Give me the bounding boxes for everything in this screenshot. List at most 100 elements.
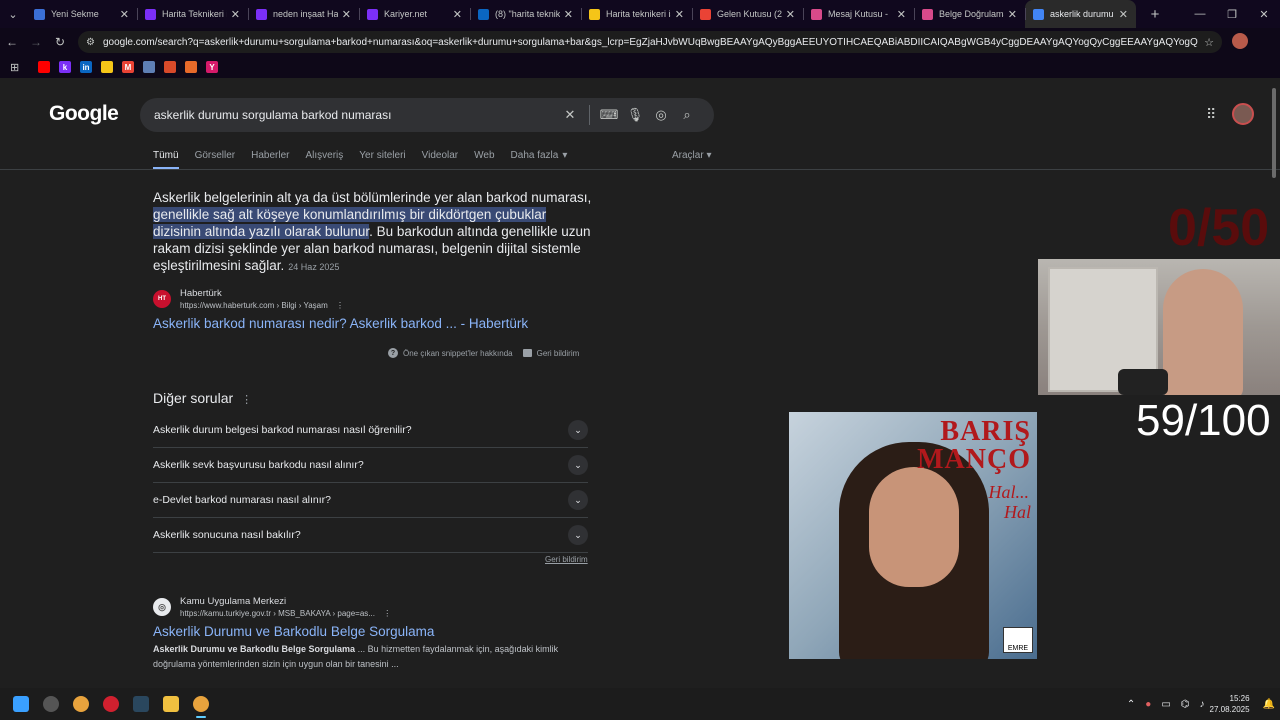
- search-tab-2[interactable]: Haberler: [251, 150, 289, 170]
- search-input[interactable]: askerlik durumu sorgulama barkod numaras…: [154, 108, 557, 122]
- result-source-2[interactable]: ◎ Kamu Uygulama Merkezi https://kamu.tur…: [153, 596, 391, 618]
- search-tab-1[interactable]: Görseller: [195, 150, 236, 170]
- chevron-down-icon[interactable]: ⌄: [568, 420, 588, 440]
- browser-tab-7[interactable]: Mesaj Kutusu - ✕: [803, 0, 914, 28]
- result-title-link-2[interactable]: Askerlik Durumu ve Barkodlu Belge Sorgul…: [153, 624, 434, 639]
- browser-tab-3[interactable]: Kariyer.net ✕: [359, 0, 470, 28]
- browser-tab-8[interactable]: Belge Doğrulama ✕: [914, 0, 1025, 28]
- scrollbar-thumb[interactable]: [1272, 88, 1276, 178]
- more-options-icon[interactable]: ⋮: [383, 609, 391, 618]
- browser-tab-9[interactable]: askerlik durumu s ✕: [1025, 0, 1136, 28]
- paa-feedback-link[interactable]: Geri bildirim: [545, 555, 588, 564]
- close-tab-icon[interactable]: ✕: [231, 8, 240, 21]
- tools-button[interactable]: Araçlar ▾: [672, 150, 712, 161]
- browser-tab-4[interactable]: (8) "harita teknike ✕: [470, 0, 581, 28]
- close-tab-icon[interactable]: ✕: [786, 8, 795, 21]
- feedback-icon: [522, 349, 532, 357]
- maximize-button[interactable]: ❐: [1216, 0, 1248, 28]
- search-tab-4[interactable]: Yer siteleri: [359, 150, 405, 170]
- close-tab-icon[interactable]: ✕: [1119, 8, 1128, 21]
- taskbar-opera[interactable]: [96, 688, 126, 720]
- forward-button[interactable]: →: [24, 30, 48, 54]
- result-title-link[interactable]: Askerlik barkod numarası nedir? Askerlik…: [153, 316, 528, 331]
- paa-question-0[interactable]: Askerlik durum belgesi barkod numarası n…: [153, 413, 588, 448]
- tab-search-button[interactable]: ⌄: [0, 0, 26, 28]
- snippet-about-link[interactable]: Öne çıkan snippet'ler hakkında: [403, 349, 513, 358]
- close-tab-icon[interactable]: ✕: [342, 8, 351, 21]
- apps-icon[interactable]: ⊞: [10, 61, 24, 74]
- start-button[interactable]: [6, 688, 36, 720]
- circle-icon[interactable]: [164, 61, 176, 73]
- k-icon[interactable]: k: [59, 61, 71, 73]
- more-options-icon[interactable]: ⋮: [336, 301, 344, 310]
- account-avatar[interactable]: [1232, 103, 1254, 125]
- tab-title: Gelen Kutusu (21): [717, 9, 782, 19]
- linkedin-icon: [478, 8, 489, 20]
- close-tab-icon[interactable]: ✕: [564, 8, 573, 21]
- search-tab-0[interactable]: Tümü: [153, 150, 179, 170]
- taskbar-chrome[interactable]: [66, 688, 96, 720]
- y-icon[interactable]: Y: [206, 61, 218, 73]
- page-scrollbar[interactable]: [1270, 80, 1278, 688]
- chevron-down-icon[interactable]: ⌄: [568, 455, 588, 475]
- tray-mic-icon[interactable]: ●: [1145, 699, 1151, 710]
- tray-monitor-icon[interactable]: ▭: [1161, 699, 1170, 710]
- google-logo[interactable]: Google: [49, 102, 119, 126]
- feedback-link[interactable]: Geri bildirim: [537, 349, 580, 358]
- google-apps-icon[interactable]: ⠿: [1206, 106, 1216, 123]
- browser-tab-1[interactable]: Harita Teknikeri iş ✕: [137, 0, 248, 28]
- close-tab-icon[interactable]: ✕: [1008, 8, 1017, 21]
- browser-tab-6[interactable]: Gelen Kutusu (21) ✕: [692, 0, 803, 28]
- gmail-icon[interactable]: M: [122, 61, 134, 73]
- doc-icon[interactable]: [143, 61, 155, 73]
- clear-icon[interactable]: ✕: [557, 107, 583, 123]
- notifications-icon[interactable]: 🔔: [1263, 699, 1275, 710]
- search-tab-6[interactable]: Web: [474, 150, 494, 170]
- taskbar-explorer[interactable]: [156, 688, 186, 720]
- reload-button[interactable]: ↻: [48, 30, 72, 54]
- taskbar-chrome-active[interactable]: [186, 688, 216, 720]
- microphone-icon[interactable]: 🎙: [622, 107, 648, 123]
- address-bar[interactable]: ⚙ google.com/search?q=askerlik+durumu+so…: [78, 31, 1222, 53]
- tray-volume-icon[interactable]: ♪: [1200, 699, 1205, 710]
- keyboard-icon[interactable]: ⌨: [596, 107, 622, 123]
- taskbar-steam[interactable]: [126, 688, 156, 720]
- paa-question-3[interactable]: Askerlik sonucuna nasıl bakılır? ⌄: [153, 518, 588, 553]
- browser-tab-0[interactable]: Yeni Sekme ✕: [26, 0, 137, 28]
- taskbar-app-1[interactable]: [36, 688, 66, 720]
- search-box[interactable]: askerlik durumu sorgulama barkod numaras…: [140, 98, 714, 132]
- paa-question-2[interactable]: e-Devlet barkod numarası nasıl alınır? ⌄: [153, 483, 588, 518]
- browser-tab-5[interactable]: Harita teknikeri iş ✕: [581, 0, 692, 28]
- close-tab-icon[interactable]: ✕: [453, 8, 462, 21]
- chevron-down-icon[interactable]: ⌄: [568, 525, 588, 545]
- search-tab-3[interactable]: Alışveriş: [306, 150, 344, 170]
- more-options-icon[interactable]: ⋮: [241, 394, 252, 406]
- minimize-button[interactable]: —: [1184, 0, 1216, 28]
- close-window-button[interactable]: ✕: [1248, 0, 1280, 28]
- search-tab-7[interactable]: Daha fazla: [511, 150, 559, 170]
- tray-network-icon[interactable]: ⌬: [1181, 699, 1190, 710]
- back-button[interactable]: ←: [0, 30, 24, 54]
- search-tab-5[interactable]: Videolar: [422, 150, 459, 170]
- youtube-icon[interactable]: [38, 61, 50, 73]
- search-icon[interactable]: ⌕: [674, 107, 700, 123]
- k-icon: [256, 8, 267, 20]
- result-source[interactable]: HT Habertürk https://www.haberturk.com ›…: [153, 288, 344, 310]
- tray-chevron-icon[interactable]: ⌃: [1127, 699, 1135, 710]
- paa-question-1[interactable]: Askerlik sevk başvurusu barkodu nasıl al…: [153, 448, 588, 483]
- close-tab-icon[interactable]: ✕: [120, 8, 129, 21]
- bookmark-star-icon[interactable]: ☆: [1204, 36, 1214, 49]
- browser-tab-2[interactable]: neden inşaat Hari ✕: [248, 0, 359, 28]
- new-tab-button[interactable]: +: [1144, 3, 1166, 25]
- flag-icon[interactable]: [101, 61, 113, 73]
- box-icon[interactable]: [185, 61, 197, 73]
- camera-search-icon[interactable]: ◎: [648, 107, 674, 123]
- site-info-icon[interactable]: ⚙: [86, 37, 95, 48]
- close-tab-icon[interactable]: ✕: [897, 8, 906, 21]
- taskbar-clock[interactable]: 15:26 27.08.2025: [1210, 693, 1250, 715]
- album-cover: BARIŞ MANÇO Hal... Hal EMRE: [789, 412, 1037, 659]
- chevron-down-icon[interactable]: ⌄: [568, 490, 588, 510]
- close-tab-icon[interactable]: ✕: [675, 8, 684, 21]
- profile-icon[interactable]: [1232, 33, 1248, 49]
- linkedin-icon[interactable]: in: [80, 61, 92, 73]
